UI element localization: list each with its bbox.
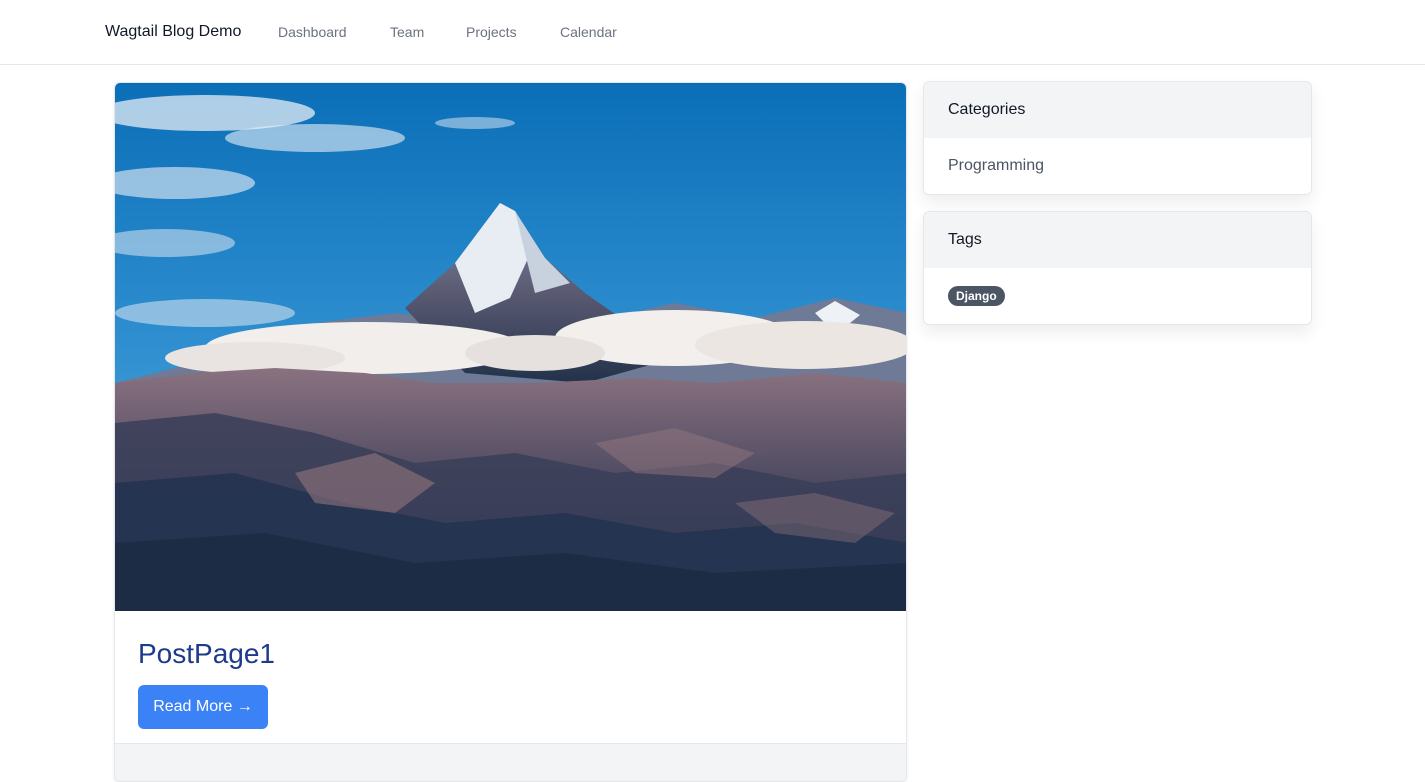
brand-link[interactable]: Wagtail Blog Demo <box>105 21 241 43</box>
categories-body: Programming <box>924 138 1311 194</box>
nav-link-calendar[interactable]: Calendar <box>560 22 617 42</box>
read-more-button[interactable]: Read More → <box>138 685 268 729</box>
post-hero-image[interactable] <box>115 83 906 611</box>
nav-link-projects[interactable]: Projects <box>466 22 517 42</box>
mountain-image <box>115 83 906 611</box>
post-card: PostPage1 Read More → <box>114 82 907 782</box>
top-navbar: Wagtail Blog Demo Dashboard Team Project… <box>0 0 1425 65</box>
post-title-link[interactable]: PostPage1 <box>138 637 275 671</box>
tags-header: Tags <box>924 212 1311 268</box>
nav-link-team[interactable]: Team <box>390 22 424 42</box>
categories-header: Categories <box>924 82 1311 138</box>
tag-badge-django[interactable]: Django <box>948 286 1005 306</box>
tags-body: Django <box>924 268 1311 324</box>
post-card-footer <box>115 743 906 781</box>
category-item-programming[interactable]: Programming <box>948 157 1044 175</box>
nav-link-dashboard[interactable]: Dashboard <box>278 22 347 42</box>
categories-card: Categories Programming <box>923 81 1312 195</box>
tags-card: Tags Django <box>923 211 1312 325</box>
